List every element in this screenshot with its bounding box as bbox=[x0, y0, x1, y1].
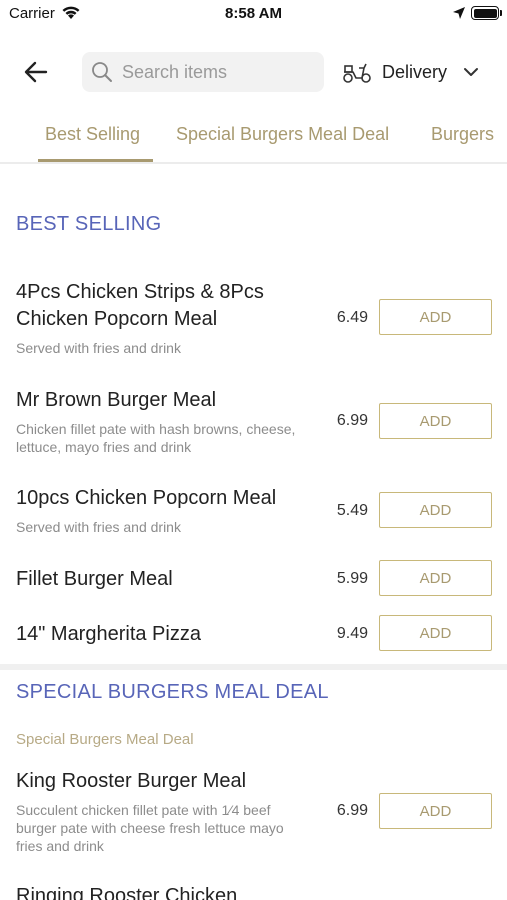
clock: 8:58 AM bbox=[225, 5, 282, 22]
scooter-icon bbox=[343, 63, 371, 83]
item-description: Served with fries and drink bbox=[16, 340, 181, 356]
add-button[interactable]: ADD bbox=[379, 615, 492, 651]
item-name: 10pcs Chicken Popcorn Meal bbox=[16, 487, 277, 509]
item-name: 14" Margherita Pizza bbox=[16, 623, 201, 645]
item-price: 6.99 bbox=[336, 802, 368, 819]
item-name: Mr Brown Burger Meal bbox=[16, 389, 217, 411]
item-price: 9.49 bbox=[336, 625, 368, 642]
tab-special-burgers-meal-deal[interactable]: Special Burgers Meal Deal bbox=[176, 124, 389, 145]
add-button[interactable]: ADD bbox=[379, 403, 492, 439]
delivery-label: Delivery bbox=[382, 61, 448, 82]
back-arrow-icon bbox=[24, 61, 48, 83]
item-name: Ringing Rooster Chicken bbox=[16, 885, 238, 900]
category-tabs: Best Selling Special Burgers Meal Deal B… bbox=[0, 112, 507, 164]
item-name: 4Pcs Chicken Strips & 8Pcs Chicken Popco… bbox=[16, 281, 264, 330]
search-box[interactable] bbox=[82, 52, 324, 92]
status-bar: Carrier 8:58 AM bbox=[0, 0, 507, 28]
section-title-best-selling: BEST SELLING bbox=[16, 213, 162, 235]
tab-burgers[interactable]: Burgers bbox=[431, 124, 494, 145]
item-name: Fillet Burger Meal bbox=[16, 568, 173, 590]
chevron-down-icon bbox=[464, 68, 479, 76]
back-button[interactable] bbox=[20, 58, 52, 86]
item-price: 6.99 bbox=[336, 412, 368, 429]
item-name: King Rooster Burger Meal bbox=[16, 770, 247, 792]
subsection-label: Special Burgers Meal Deal bbox=[16, 731, 194, 748]
search-icon bbox=[92, 62, 112, 82]
battery-icon bbox=[471, 6, 499, 20]
item-description: Served with fries and drink bbox=[16, 519, 181, 535]
tab-best-selling[interactable]: Best Selling bbox=[45, 124, 140, 145]
active-tab-indicator bbox=[38, 159, 153, 162]
item-description: Succulent chicken fillet pate with 1⁄4 b… bbox=[16, 802, 284, 854]
delivery-mode-select[interactable]: Delivery bbox=[342, 54, 492, 90]
item-price: 6.49 bbox=[336, 309, 368, 326]
section-divider bbox=[0, 664, 507, 670]
section-title-special-burgers: SPECIAL BURGERS MEAL DEAL bbox=[16, 681, 329, 703]
add-button[interactable]: ADD bbox=[379, 299, 492, 335]
item-price: 5.49 bbox=[336, 502, 368, 519]
location-arrow-icon bbox=[452, 6, 466, 25]
add-button[interactable]: ADD bbox=[379, 560, 492, 596]
header: Delivery bbox=[0, 50, 507, 94]
search-input[interactable] bbox=[122, 52, 318, 92]
add-button[interactable]: ADD bbox=[379, 492, 492, 528]
add-button[interactable]: ADD bbox=[379, 793, 492, 829]
battery-tip bbox=[500, 10, 502, 16]
item-price: 5.99 bbox=[336, 570, 368, 587]
item-description: Chicken fillet pate with hash browns, ch… bbox=[16, 421, 296, 455]
